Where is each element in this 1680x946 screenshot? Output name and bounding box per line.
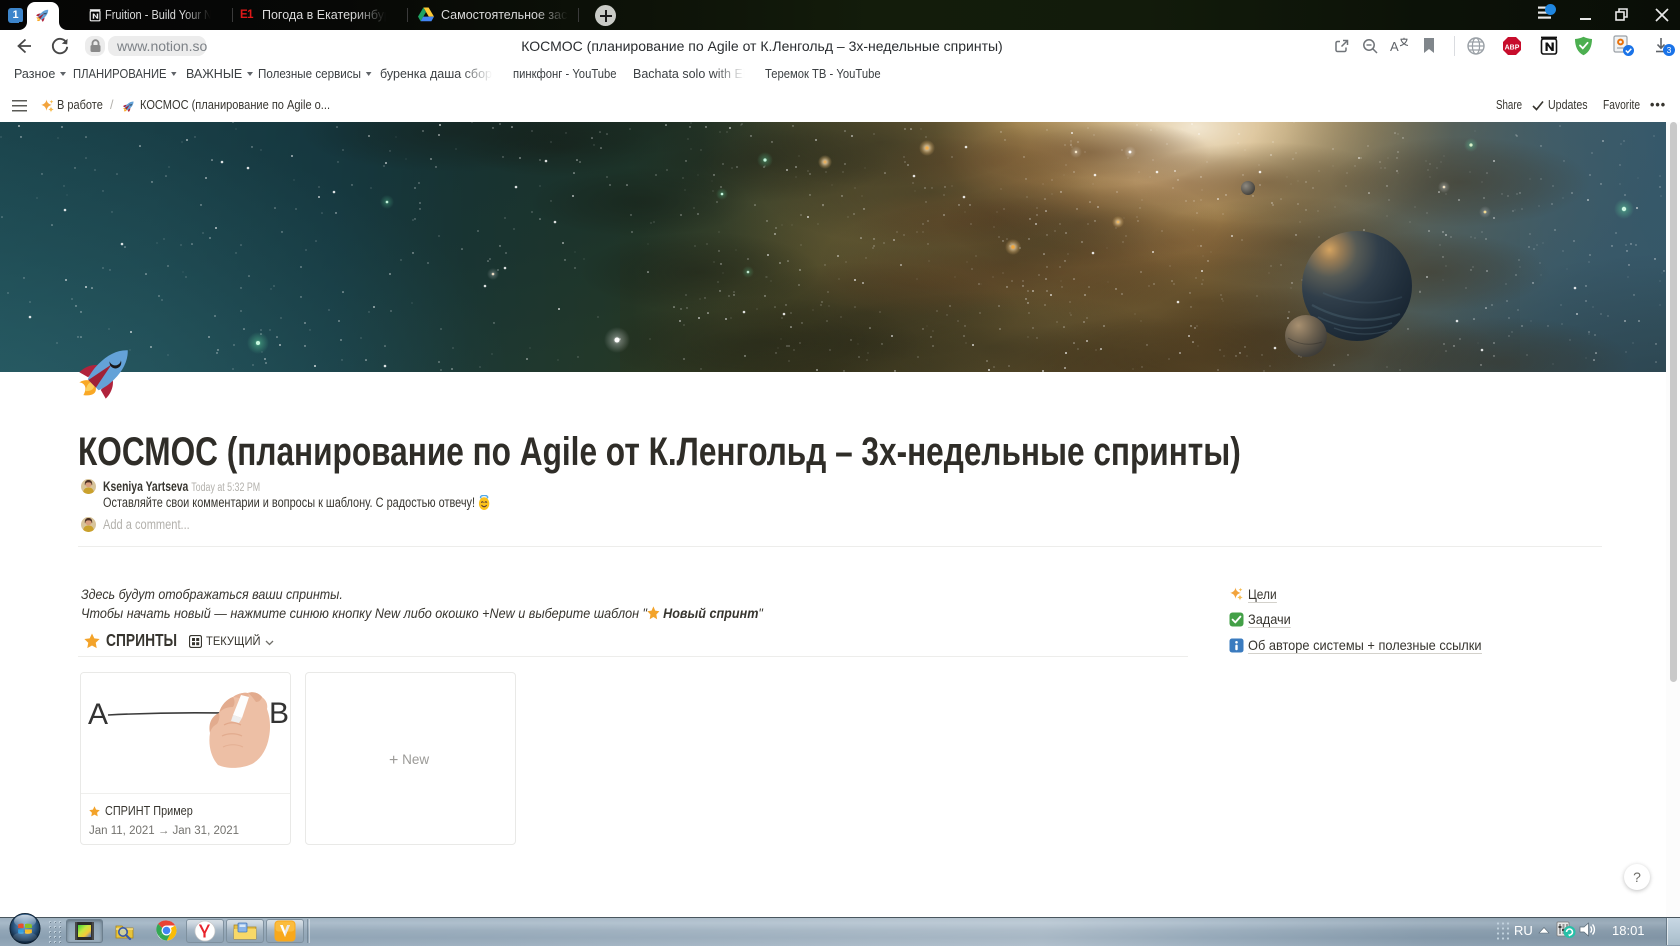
svg-text:A: A — [1390, 39, 1399, 54]
svg-text:ABP: ABP — [1505, 45, 1520, 52]
svg-text:B: B — [269, 697, 289, 730]
svg-text:A: A — [88, 698, 108, 731]
svg-text:3: 3 — [1667, 45, 1672, 55]
